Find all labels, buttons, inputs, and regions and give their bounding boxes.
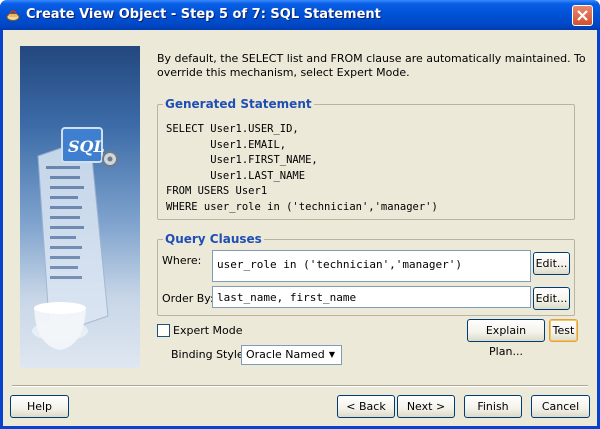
binding-style-label: Binding Style:	[171, 348, 248, 361]
oracle-app-icon	[6, 10, 20, 21]
finish-button[interactable]: Finish	[464, 395, 522, 418]
orderby-label: Order By:	[162, 292, 214, 305]
generated-statement-label: Generated Statement	[163, 97, 314, 111]
footer-separator	[12, 385, 588, 387]
explain-plan-button[interactable]: Explain Plan...	[467, 319, 545, 358]
cancel-button[interactable]: Cancel	[531, 395, 590, 418]
orderby-edit-button[interactable]: Edit...	[533, 287, 570, 310]
binding-style-select[interactable]: Oracle Named ▼	[241, 345, 342, 365]
svg-text:SQL: SQL	[68, 137, 105, 156]
sql-line: WHERE user_role in ('technician','manage…	[166, 200, 438, 213]
close-button[interactable]	[572, 5, 593, 26]
binding-style-value: Oracle Named	[246, 348, 325, 361]
chevron-down-icon[interactable]: ▼	[324, 347, 340, 363]
sql-line: SELECT User1.USER_ID,	[166, 123, 299, 135]
sql-line: FROM USERS User1	[166, 185, 268, 197]
test-button[interactable]: Test	[549, 319, 578, 342]
help-button[interactable]: Help	[10, 395, 69, 418]
back-button[interactable]: < Back	[337, 395, 395, 418]
next-button[interactable]: Next >	[397, 395, 455, 418]
close-icon	[577, 10, 588, 21]
sql-line: User1.EMAIL,	[166, 138, 287, 151]
intro-text: By default, the SELECT list and FROM cla…	[157, 52, 586, 79]
title-bar[interactable]: Create View Object - Step 5 of 7: SQL St…	[0, 0, 600, 30]
where-edit-button[interactable]: Edit...	[533, 252, 570, 275]
generated-sql: SELECT User1.USER_ID, User1.EMAIL, User1…	[166, 122, 438, 215]
sql-line: User1.LAST_NAME	[166, 169, 306, 182]
where-input[interactable]: user_role in ('technician','manager')	[212, 250, 531, 282]
expert-mode-label[interactable]: Expert Mode	[173, 324, 243, 337]
sql-line: User1.FIRST_NAME,	[166, 154, 318, 166]
query-clauses-label: Query Clauses	[163, 232, 264, 246]
window-title: Create View Object - Step 5 of 7: SQL St…	[26, 7, 381, 22]
wizard-side-image: SQL	[20, 46, 140, 368]
where-label: Where:	[162, 254, 202, 267]
orderby-input[interactable]: last_name, first_name	[212, 286, 531, 308]
expert-mode-checkbox[interactable]	[157, 324, 170, 337]
sql-illustration: SQL	[32, 127, 118, 350]
